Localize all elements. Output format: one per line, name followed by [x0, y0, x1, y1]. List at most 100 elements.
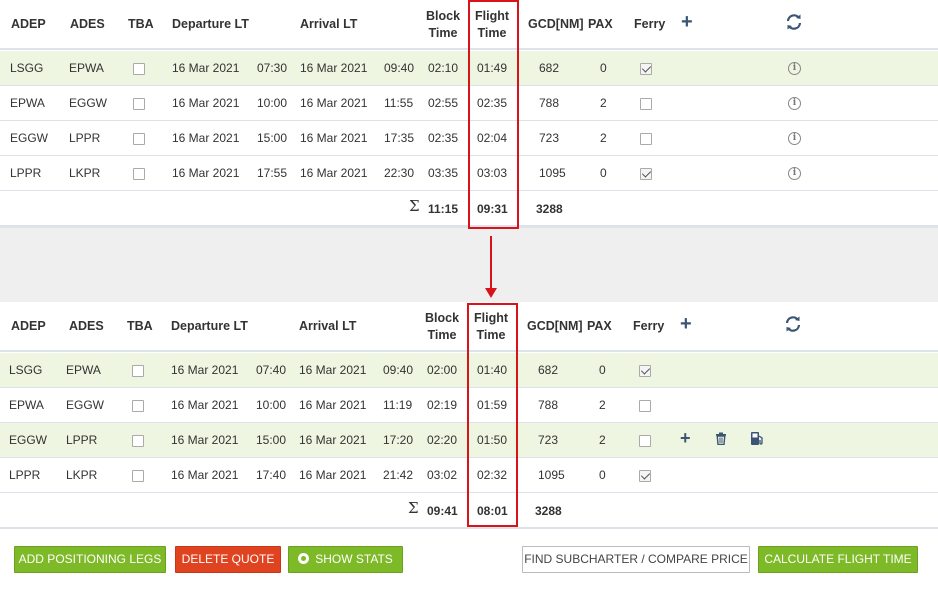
col-adep: ADEP [11, 319, 46, 333]
departure-time-cell: 17:40 [256, 468, 287, 482]
arrival-date-cell: 16 Mar 2021 [299, 398, 367, 412]
pax-cell: 0 [599, 363, 606, 377]
tba-checkbox[interactable] [132, 470, 144, 482]
ades-cell: EGGW [66, 398, 104, 412]
add-leg-icon[interactable]: + [680, 314, 692, 334]
col-pax: PAX [588, 17, 613, 31]
adep-cell: EPWA [10, 96, 45, 110]
col-departure: Departure LT [172, 17, 249, 31]
col-arrival: Arrival LT [300, 17, 358, 31]
info-icon[interactable]: i [788, 167, 801, 180]
block-time-cell: 02:20 [427, 433, 458, 447]
ades-cell: LPPR [69, 131, 101, 145]
ferry-checkbox[interactable] [639, 365, 651, 377]
fuel-icon[interactable] [750, 431, 764, 449]
arrival-time-cell: 11:55 [384, 96, 414, 110]
ades-cell: LKPR [69, 166, 101, 180]
info-icon[interactable]: i [788, 97, 801, 110]
ferry-checkbox[interactable] [640, 63, 652, 75]
annotation-arrow-head [485, 288, 497, 298]
tba-checkbox[interactable] [133, 98, 145, 110]
calculate-flight-time-button[interactable]: CALCULATE FLIGHT TIME [758, 546, 918, 573]
ades-cell: EPWA [69, 61, 104, 75]
trash-icon[interactable] [715, 432, 727, 448]
gcd-cell: 1095 [539, 166, 566, 180]
tba-checkbox[interactable] [133, 63, 145, 75]
add-leg-icon[interactable]: + [681, 12, 693, 32]
info-icon[interactable]: i [788, 62, 801, 75]
departure-time-cell: 17:55 [257, 166, 288, 180]
adep-cell: EGGW [9, 433, 47, 447]
pax-cell: 2 [600, 96, 607, 110]
stats-icon [298, 553, 310, 564]
pax-cell: 2 [600, 131, 607, 145]
sigma-icon: Σ [409, 197, 420, 215]
col-ferry: Ferry [633, 319, 665, 333]
gcd-cell: 788 [539, 96, 560, 110]
arrival-date-cell: 16 Mar 2021 [300, 61, 368, 75]
departure-time-cell: 10:00 [256, 398, 287, 412]
arrival-time-cell: 09:40 [384, 61, 415, 75]
arrival-time-cell: 17:20 [383, 433, 414, 447]
ferry-checkbox[interactable] [639, 400, 651, 412]
col-ades: ADES [69, 319, 104, 333]
total-block-time: 09:41 [427, 504, 458, 518]
block-time-cell: 02:00 [427, 363, 458, 377]
block-time-cell: 02:19 [427, 398, 458, 412]
adep-cell: LPPR [10, 166, 42, 180]
add-row-icon[interactable]: + [680, 428, 691, 449]
refresh-icon[interactable] [785, 13, 803, 34]
show-stats-button[interactable]: SHOW STATS [288, 546, 403, 573]
tba-checkbox[interactable] [133, 133, 145, 145]
tba-checkbox[interactable] [132, 435, 144, 447]
block-time-cell: 02:55 [428, 96, 459, 110]
tba-checkbox[interactable] [132, 400, 144, 412]
delete-quote-button[interactable]: DELETE QUOTE [175, 546, 281, 573]
ferry-checkbox[interactable] [639, 470, 651, 482]
col-tba: TBA [127, 319, 153, 333]
pax-cell: 0 [600, 61, 607, 75]
arrival-date-cell: 16 Mar 2021 [300, 96, 368, 110]
col-ferry: Ferry [634, 17, 666, 31]
block-time-cell: 03:02 [427, 468, 458, 482]
ades-cell: LKPR [66, 468, 98, 482]
info-icon[interactable]: i [788, 132, 801, 145]
departure-date-cell: 16 Mar 2021 [171, 363, 239, 377]
ferry-checkbox[interactable] [640, 168, 652, 180]
departure-time-cell: 07:30 [257, 61, 288, 75]
ferry-checkbox[interactable] [640, 133, 652, 145]
total-block-time: 11:15 [428, 202, 459, 216]
find-subcharter-button[interactable]: FIND SUBCHARTER / COMPARE PRICE [522, 546, 750, 573]
annotation-arrow [490, 236, 492, 290]
refresh-icon[interactable] [784, 315, 802, 336]
arrival-date-cell: 16 Mar 2021 [299, 468, 367, 482]
ades-cell: EGGW [69, 96, 107, 110]
arrival-time-cell: 17:35 [384, 131, 415, 145]
tba-checkbox[interactable] [133, 168, 145, 180]
block-time-cell: 02:35 [428, 131, 459, 145]
tba-checkbox[interactable] [132, 365, 144, 377]
departure-date-cell: 16 Mar 2021 [171, 433, 239, 447]
gcd-cell: 723 [539, 131, 560, 145]
arrival-time-cell: 22:30 [384, 166, 415, 180]
block-time-cell: 02:10 [428, 61, 459, 75]
gcd-cell: 682 [539, 61, 560, 75]
sigma-icon: Σ [408, 499, 419, 517]
col-adep: ADEP [11, 17, 46, 31]
departure-date-cell: 16 Mar 2021 [171, 468, 239, 482]
pax-cell: 0 [599, 468, 606, 482]
departure-time-cell: 07:40 [256, 363, 287, 377]
departure-time-cell: 15:00 [257, 131, 288, 145]
ferry-checkbox[interactable] [640, 98, 652, 110]
col-gcd: GCD[NM] [528, 17, 584, 31]
col-block-time: Block Time [425, 311, 460, 342]
ferry-checkbox[interactable] [639, 435, 651, 447]
departure-time-cell: 10:00 [257, 96, 288, 110]
gcd-cell: 723 [538, 433, 559, 447]
arrival-time-cell: 09:40 [383, 363, 414, 377]
col-gcd: GCD[NM] [527, 319, 583, 333]
arrival-date-cell: 16 Mar 2021 [300, 131, 368, 145]
col-ades: ADES [70, 17, 105, 31]
pax-cell: 0 [600, 166, 607, 180]
add-positioning-legs-button[interactable]: ADD POSITIONING LEGS [14, 546, 166, 573]
